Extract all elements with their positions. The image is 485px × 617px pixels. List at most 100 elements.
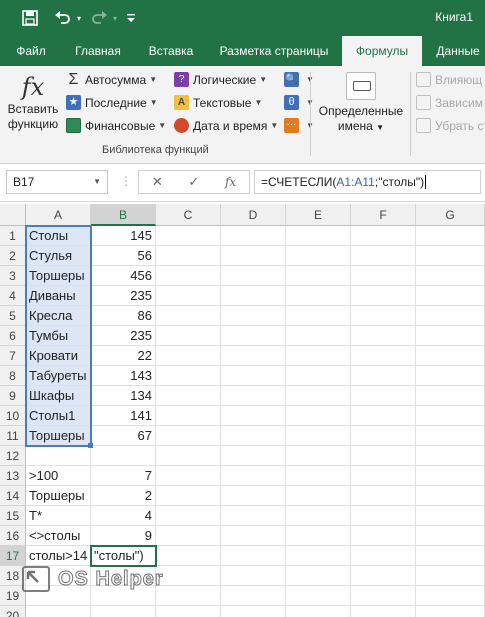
cell-a1[interactable]: Столы — [26, 226, 91, 246]
cell-e2[interactable] — [286, 246, 351, 266]
defined-names-button[interactable]: Определенные имена ▼ — [314, 70, 408, 135]
row-header-15[interactable]: 15 — [0, 506, 26, 526]
undo-icon[interactable] — [52, 8, 74, 28]
cell-b2[interactable]: 56 — [91, 246, 156, 266]
redo-dropdown-icon[interactable]: ▾ — [110, 8, 120, 28]
cell-b20[interactable] — [91, 606, 156, 617]
cell-a4[interactable]: Диваны — [26, 286, 91, 306]
cell-e8[interactable] — [286, 366, 351, 386]
cell-d1[interactable] — [221, 226, 286, 246]
undo-dropdown-icon[interactable]: ▾ — [74, 8, 84, 28]
select-all-corner[interactable] — [0, 204, 26, 226]
cell-g2[interactable] — [416, 246, 485, 266]
cell-e13[interactable] — [286, 466, 351, 486]
cell-a13[interactable]: >100 — [26, 466, 91, 486]
cell-g6[interactable] — [416, 326, 485, 346]
cancel-icon[interactable]: ✕ — [152, 174, 163, 190]
cell-a11[interactable]: Торшеры — [26, 426, 91, 446]
cell-c19[interactable] — [156, 586, 221, 606]
logical-button[interactable]: ? Логические ▼ — [174, 72, 267, 87]
column-header-c[interactable]: C — [156, 204, 221, 226]
cell-d7[interactable] — [221, 346, 286, 366]
column-header-g[interactable]: G — [416, 204, 485, 226]
cell-e19[interactable] — [286, 586, 351, 606]
cell-g15[interactable] — [416, 506, 485, 526]
name-box[interactable]: B17 ▼ — [6, 170, 108, 194]
row-header-4[interactable]: 4 — [0, 286, 26, 306]
cell-b5[interactable]: 86 — [91, 306, 156, 326]
cell-e1[interactable] — [286, 226, 351, 246]
column-header-e[interactable]: E — [286, 204, 351, 226]
row-header-10[interactable]: 10 — [0, 406, 26, 426]
cell-f2[interactable] — [351, 246, 416, 266]
cell-e15[interactable] — [286, 506, 351, 526]
cell-b16[interactable]: 9 — [91, 526, 156, 546]
cell-c4[interactable] — [156, 286, 221, 306]
cell-e9[interactable] — [286, 386, 351, 406]
cell-a6[interactable]: Тумбы — [26, 326, 91, 346]
customize-toolbar-icon[interactable] — [124, 8, 138, 28]
cell-d15[interactable] — [221, 506, 286, 526]
cell-c11[interactable] — [156, 426, 221, 446]
tab-page-layout[interactable]: Разметка страницы — [212, 36, 336, 66]
cell-f15[interactable] — [351, 506, 416, 526]
save-icon[interactable] — [18, 8, 42, 28]
cell-c3[interactable] — [156, 266, 221, 286]
cell-g13[interactable] — [416, 466, 485, 486]
cell-f13[interactable] — [351, 466, 416, 486]
cell-g11[interactable] — [416, 426, 485, 446]
cell-d19[interactable] — [221, 586, 286, 606]
cell-g12[interactable] — [416, 446, 485, 466]
cell-a8[interactable]: Табуреты — [26, 366, 91, 386]
datetime-button[interactable]: Дата и время ▼ — [174, 118, 278, 133]
tab-data[interactable]: Данные — [428, 36, 485, 66]
cell-d14[interactable] — [221, 486, 286, 506]
remove-arrows-button[interactable]: Убрать ст — [416, 118, 485, 133]
recent-button[interactable]: ★ Последние ▼ — [66, 95, 158, 110]
cell-a14[interactable]: Торшеры — [26, 486, 91, 506]
autosum-button[interactable]: Σ Автосумма ▼ — [66, 72, 158, 88]
cell-c13[interactable] — [156, 466, 221, 486]
cell-g8[interactable] — [416, 366, 485, 386]
cell-c15[interactable] — [156, 506, 221, 526]
cell-d20[interactable] — [221, 606, 286, 617]
cell-b14[interactable]: 2 — [91, 486, 156, 506]
cell-b11[interactable]: 67 — [91, 426, 156, 446]
cell-f4[interactable] — [351, 286, 416, 306]
cell-d12[interactable] — [221, 446, 286, 466]
cell-g20[interactable] — [416, 606, 485, 617]
cell-d3[interactable] — [221, 266, 286, 286]
cell-d9[interactable] — [221, 386, 286, 406]
cell-f14[interactable] — [351, 486, 416, 506]
cell-g3[interactable] — [416, 266, 485, 286]
chevron-down-icon[interactable]: ▼ — [93, 171, 101, 193]
cell-c8[interactable] — [156, 366, 221, 386]
cell-b12[interactable] — [91, 446, 156, 466]
enter-icon[interactable]: ✓ — [188, 174, 199, 190]
column-header-a[interactable]: A — [26, 204, 91, 226]
cell-f9[interactable] — [351, 386, 416, 406]
cell-b15[interactable]: 4 — [91, 506, 156, 526]
row-header-9[interactable]: 9 — [0, 386, 26, 406]
cell-e7[interactable] — [286, 346, 351, 366]
cell-b8[interactable]: 143 — [91, 366, 156, 386]
range-resize-handle[interactable] — [88, 443, 93, 448]
cell-g18[interactable] — [416, 566, 485, 586]
row-header-2[interactable]: 2 — [0, 246, 26, 266]
cell-f12[interactable] — [351, 446, 416, 466]
cell-c6[interactable] — [156, 326, 221, 346]
cell-f18[interactable] — [351, 566, 416, 586]
cell-a2[interactable]: Стулья — [26, 246, 91, 266]
column-header-f[interactable]: F — [351, 204, 416, 226]
cell-b10[interactable]: 141 — [91, 406, 156, 426]
row-header-20[interactable]: 20 — [0, 606, 26, 617]
column-header-d[interactable]: D — [221, 204, 286, 226]
cell-a10[interactable]: Столы1 — [26, 406, 91, 426]
cell-e3[interactable] — [286, 266, 351, 286]
trace-precedents-button[interactable]: Влияющ — [416, 72, 482, 87]
insert-function-button[interactable]: fx Вставить функцию — [4, 72, 62, 132]
tab-formulas[interactable]: Формулы — [342, 36, 422, 66]
cell-g1[interactable] — [416, 226, 485, 246]
row-header-7[interactable]: 7 — [0, 346, 26, 366]
cell-e20[interactable] — [286, 606, 351, 617]
